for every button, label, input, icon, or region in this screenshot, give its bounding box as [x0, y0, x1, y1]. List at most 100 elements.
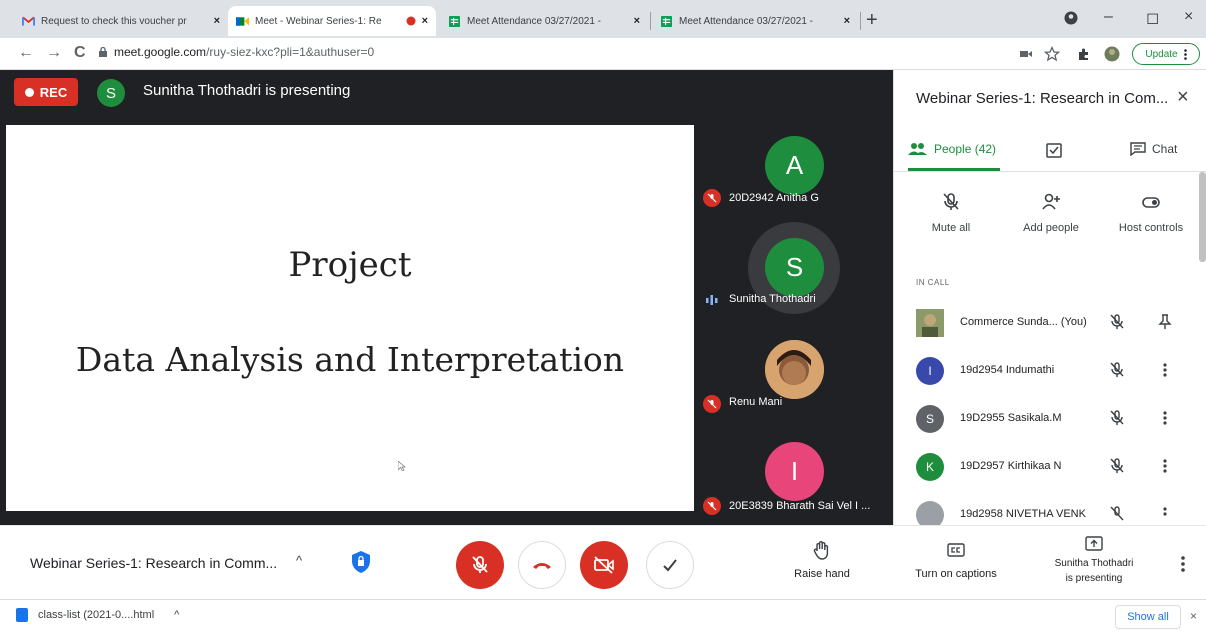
html-file-icon: [16, 608, 28, 622]
show-all-button[interactable]: Show all: [1115, 605, 1181, 629]
chevron-up-icon[interactable]: ^: [174, 609, 179, 621]
record-dot-icon: [24, 87, 34, 97]
presenting-label-line1[interactable]: Sunitha Thothadri: [1040, 558, 1148, 569]
check-button[interactable]: [646, 541, 694, 589]
meet-icon: [236, 16, 249, 26]
tab-title: Meet Attendance 03/27/2021 -: [679, 15, 813, 27]
recording-badge: REC: [14, 78, 78, 106]
slide-subtitle: Data Analysis and Interpretation: [75, 340, 625, 379]
participant-name: 19d2954 Indumathi: [960, 364, 1055, 376]
avatar: [916, 501, 944, 525]
update-button[interactable]: Update: [1132, 43, 1200, 65]
mic-off-icon[interactable]: [1109, 362, 1125, 378]
host-controls-button[interactable]: Host controls: [1106, 192, 1196, 234]
more-vert-icon[interactable]: [1158, 362, 1172, 378]
chevron-up-icon[interactable]: ^: [296, 553, 302, 568]
tab-attendance-2[interactable]: Meet Attendance 03/27/2021 - ×: [652, 6, 858, 36]
more-vert-icon[interactable]: [1158, 506, 1172, 522]
microphone-button[interactable]: [456, 541, 504, 589]
more-vert-icon[interactable]: [1158, 410, 1172, 426]
speaking-indicator-icon: [706, 295, 718, 305]
camera-off-icon: [594, 556, 614, 574]
meeting-details-title[interactable]: Webinar Series-1: Research in Comm...: [30, 555, 277, 571]
presenting-label-line2[interactable]: is presenting: [1040, 573, 1148, 584]
back-button[interactable]: ←: [18, 44, 34, 62]
present-now-icon[interactable]: [1084, 534, 1104, 554]
leave-call-button[interactable]: [518, 541, 566, 589]
sheets-icon: [661, 15, 672, 27]
browser-tab-bar: Request to check this voucher pr × Meet …: [0, 0, 1206, 38]
raise-hand-label[interactable]: Raise hand: [786, 568, 858, 580]
panel-title: Webinar Series-1: Research in Com...: [916, 90, 1169, 107]
tab-close-icon[interactable]: ×: [422, 15, 428, 27]
participant-row[interactable]: Commerce Sunda... (You): [894, 303, 1206, 349]
tab-meet[interactable]: Meet - Webinar Series-1: Re ×: [228, 6, 436, 36]
window-close-button[interactable]: ×: [1184, 8, 1193, 26]
forward-button[interactable]: →: [46, 44, 62, 62]
camera-button[interactable]: [580, 541, 628, 589]
tab-gmail[interactable]: Request to check this voucher pr ×: [14, 6, 228, 36]
extensions-icon[interactable]: [1076, 46, 1092, 62]
update-label: Update: [1145, 48, 1178, 60]
more-options-icon[interactable]: [1181, 556, 1185, 572]
activities-icon[interactable]: [1046, 142, 1062, 158]
mic-off-icon[interactable]: [1109, 458, 1125, 474]
participant-tile-avatar[interactable]: [765, 340, 824, 399]
lock-icon[interactable]: [98, 47, 108, 57]
download-item[interactable]: class-list (2021-0....html ^: [16, 608, 179, 622]
reload-button[interactable]: C: [74, 44, 86, 62]
star-icon[interactable]: [1044, 46, 1060, 62]
panel-scrollbar[interactable]: [1199, 172, 1206, 262]
mic-off-icon[interactable]: [1109, 506, 1125, 522]
camera-in-use-icon[interactable]: [1018, 46, 1034, 62]
captions-label[interactable]: Turn on captions: [906, 568, 1006, 580]
participant-row[interactable]: S 19D2955 Sasikala.M: [894, 399, 1206, 445]
minimize-button[interactable]: –: [1104, 8, 1113, 26]
captions-icon[interactable]: [946, 540, 966, 560]
participant-row[interactable]: I 19d2954 Indumathi: [894, 351, 1206, 397]
tile-name: 20E3839 Bharath Sai Vel I ...: [729, 500, 871, 512]
new-tab-button[interactable]: +: [866, 9, 878, 32]
participant-tile-avatar[interactable]: A: [765, 136, 824, 195]
tab-separator: [650, 12, 651, 30]
divider: [894, 171, 1206, 172]
host-controls-label: Host controls: [1118, 222, 1184, 234]
avatar[interactable]: [1104, 46, 1120, 62]
url-path: /ruy-siez-kxc?pli=1&authuser=0: [206, 45, 375, 59]
mic-off-icon: [703, 395, 721, 413]
pin-icon[interactable]: [1158, 314, 1172, 330]
panel-close-button[interactable]: ×: [1177, 86, 1189, 109]
tab-close-icon[interactable]: ×: [214, 15, 220, 27]
sheets-icon: [449, 15, 460, 27]
mic-off-icon[interactable]: [1109, 410, 1125, 426]
address-bar[interactable]: meet.google.com/ruy-siez-kxc?pli=1&authu…: [114, 45, 374, 59]
mic-off-icon: [943, 193, 959, 210]
mic-off-icon[interactable]: [1109, 314, 1125, 330]
tab-people[interactable]: People (42): [908, 142, 996, 156]
restore-button[interactable]: ◻: [1146, 8, 1159, 28]
tab-close-icon[interactable]: ×: [844, 15, 850, 27]
slide-title: Project: [288, 245, 412, 285]
more-vert-icon[interactable]: [1158, 458, 1172, 474]
cursor-icon: [398, 461, 406, 471]
mute-all-button[interactable]: Mute all: [906, 192, 996, 234]
mic-off-icon: [472, 556, 488, 573]
tab-chat[interactable]: Chat: [1130, 142, 1177, 156]
add-people-button[interactable]: Add people: [1006, 192, 1096, 234]
people-icon: [908, 143, 927, 155]
tab-attendance-1[interactable]: Meet Attendance 03/27/2021 - ×: [440, 6, 648, 36]
participant-tile-avatar[interactable]: I: [765, 442, 824, 501]
profile-photo: [765, 340, 824, 399]
participant-row[interactable]: K 19D2957 Kirthikaa N: [894, 447, 1206, 493]
download-bar-close-button[interactable]: ×: [1190, 609, 1197, 623]
download-bar: class-list (2021-0....html ^ Show all ×: [0, 599, 1206, 631]
participant-tile-avatar[interactable]: S: [765, 238, 824, 297]
gmail-icon: [22, 16, 35, 26]
participant-row[interactable]: 19d2958 NIVETHA VENK: [894, 495, 1206, 525]
raise-hand-icon[interactable]: [812, 540, 832, 560]
avatar: S: [916, 405, 944, 433]
host-shield-icon[interactable]: [350, 550, 372, 574]
profile-icon[interactable]: [1064, 11, 1078, 25]
tab-people-label: People (42): [934, 142, 997, 156]
tab-close-icon[interactable]: ×: [634, 15, 640, 27]
